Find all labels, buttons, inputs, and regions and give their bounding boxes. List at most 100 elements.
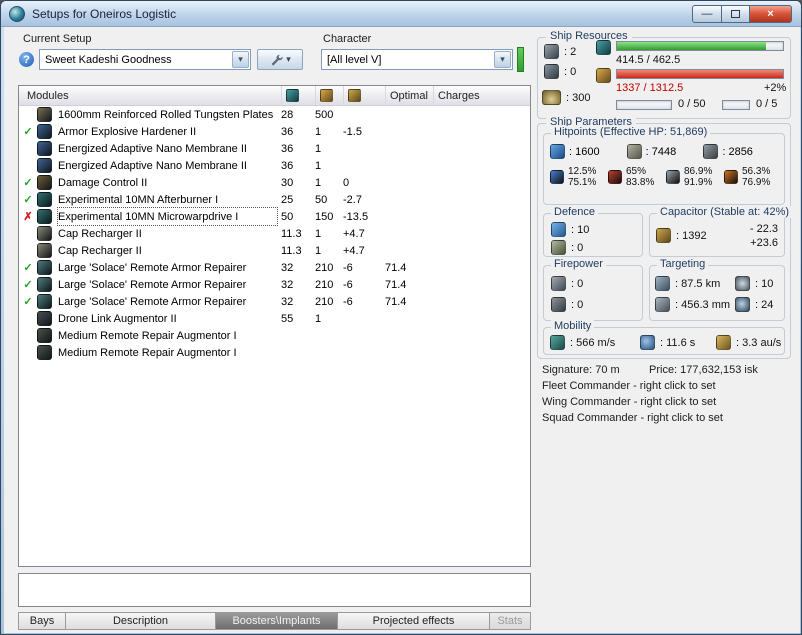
module-powergrid: 1 xyxy=(315,244,322,257)
module-row[interactable]: Medium Remote Repair Augmentor I xyxy=(19,344,530,361)
module-optimal: 71.4 xyxy=(385,261,407,274)
help-icon[interactable]: ? xyxy=(19,52,34,67)
tab-projected-effects[interactable]: Projected effects xyxy=(338,612,490,630)
module-icon xyxy=(37,175,52,190)
module-name: Medium Remote Repair Augmentor I xyxy=(58,346,237,359)
pg-bar-fill xyxy=(617,70,783,78)
module-row[interactable]: ✓ Armor Explosive Hardener II 36 1 -1.5 xyxy=(19,123,530,140)
charges-column-header[interactable]: Charges xyxy=(434,86,530,105)
minimize-button[interactable]: — xyxy=(692,5,722,23)
close-button[interactable]: × xyxy=(750,5,792,23)
wing-commander-text[interactable]: Wing Commander - right click to set xyxy=(542,396,716,408)
module-row[interactable]: ✗ Experimental 10MN Microwarpdrive I 50 150… xyxy=(19,207,530,226)
shield-defence-icon xyxy=(551,222,566,237)
character-label: Character xyxy=(323,33,372,45)
module-name: Armor Explosive Hardener II xyxy=(58,125,197,138)
modules-column-header[interactable]: Modules xyxy=(19,86,282,105)
maximize-button[interactable] xyxy=(722,5,750,23)
hull-hp: : 2856 xyxy=(703,144,780,159)
module-icon xyxy=(37,243,52,258)
chevron-down-icon: ▾ xyxy=(286,54,291,64)
module-status-blank xyxy=(19,242,37,259)
module-check-icon: ✓ xyxy=(23,194,33,206)
module-capacitor: 0 xyxy=(343,176,350,189)
module-row[interactable]: Medium Remote Repair Augmentor I xyxy=(19,327,530,344)
module-icon xyxy=(37,345,52,360)
armor-hp: : 7448 xyxy=(626,144,704,159)
resist-em: 12.5% 75.1% xyxy=(550,166,608,188)
module-charges xyxy=(429,259,530,276)
module-icon xyxy=(37,124,52,139)
chevron-down-icon[interactable]: ▾ xyxy=(232,51,249,68)
tab-bays[interactable]: Bays xyxy=(18,612,66,630)
module-capacitor: -6 xyxy=(343,295,353,308)
character-combobox-value: [All level V] xyxy=(327,53,382,66)
module-name: Large 'Solace' Remote Armor Repairer xyxy=(58,295,247,308)
description-box[interactable] xyxy=(18,573,531,607)
module-row[interactable]: Drone Link Augmentor II 55 1 xyxy=(19,310,530,327)
module-cpu: 11.3 xyxy=(281,227,302,240)
repair-defence-icon xyxy=(551,240,566,255)
hull-icon xyxy=(703,144,719,159)
cpu-column-header[interactable] xyxy=(282,86,316,105)
titlebar[interactable]: Setups for Oneiros Logistic xyxy=(1,1,801,27)
dronebay-bar xyxy=(616,100,672,110)
module-powergrid: 210 xyxy=(315,261,334,274)
module-row[interactable]: Cap Recharger II 11.3 1 +4.7 xyxy=(19,225,530,242)
capacitor-column-header[interactable] xyxy=(344,86,386,105)
align-time-value: : 11.6 s xyxy=(660,336,696,349)
squad-commander-text[interactable]: Squad Commander - right click to set xyxy=(542,412,723,424)
setup-combobox[interactable]: Sweet Kadeshi Goodness ▾ xyxy=(39,49,251,70)
module-row[interactable]: ✓ Damage Control II 30 1 0 xyxy=(19,174,530,191)
module-optimal xyxy=(381,174,429,191)
module-charges xyxy=(429,242,530,259)
chevron-down-icon[interactable]: ▾ xyxy=(494,51,511,68)
optimal-column-header[interactable]: Optimal xyxy=(386,86,434,105)
character-combobox[interactable]: [All level V] ▾ xyxy=(321,49,513,70)
tab-boosters-implants[interactable]: Boosters\Implants xyxy=(216,612,338,630)
module-icon xyxy=(37,260,52,275)
module-row[interactable]: Energized Adaptive Nano Membrane II 36 1 xyxy=(19,140,530,157)
setup-tools-button[interactable]: ▾ xyxy=(257,49,303,70)
module-cpu: 32 xyxy=(281,295,294,308)
modules-header[interactable]: Modules Optimal Charges xyxy=(19,86,530,106)
calibration-icon xyxy=(542,90,561,105)
defence-value-1: : 10 xyxy=(571,223,590,236)
module-status-blank xyxy=(19,310,37,327)
module-cpu: 11.3 xyxy=(281,244,302,257)
module-optimal xyxy=(381,106,429,123)
module-check-icon: ✓ xyxy=(23,262,33,274)
module-row[interactable]: ✓ Large 'Solace' Remote Armor Repairer 32 2… xyxy=(19,259,530,276)
module-name: 1600mm Reinforced Rolled Tungsten Plates… xyxy=(58,108,277,121)
module-charges xyxy=(429,174,530,191)
resist-explosive: 56.3% 76.9% xyxy=(724,166,782,188)
cpu-usage-text: 414.5 / 462.5 xyxy=(616,54,681,66)
capacitor-recharge: +23.6 xyxy=(750,237,778,249)
powergrid-column-header[interactable] xyxy=(316,86,344,105)
module-name: Cap Recharger II xyxy=(58,227,142,240)
module-cpu: 55 xyxy=(281,312,294,325)
module-row[interactable]: Energized Adaptive Nano Membrane II 36 1 xyxy=(19,157,530,174)
maximize-icon xyxy=(731,10,740,18)
module-status-blank xyxy=(19,225,37,242)
calibration-value: : 300 xyxy=(566,91,591,104)
explosive-damage-icon xyxy=(724,170,738,184)
module-name: Large 'Solace' Remote Armor Repairer xyxy=(58,261,247,274)
module-row[interactable]: ✓ Large 'Solace' Remote Armor Repairer 32 2… xyxy=(19,276,530,293)
rig-slots-bar xyxy=(722,100,750,110)
cpu-icon xyxy=(286,89,299,102)
module-powergrid: 1 xyxy=(315,142,322,155)
module-icon xyxy=(37,328,52,343)
module-name: Cap Recharger II xyxy=(58,244,142,257)
module-charges xyxy=(429,191,530,208)
module-powergrid: 1 xyxy=(315,125,322,138)
module-powergrid xyxy=(311,344,339,361)
tab-description[interactable]: Description xyxy=(66,612,216,630)
module-row[interactable]: ✓ Experimental 10MN Afterburner I 25 50 -2.7 xyxy=(19,191,530,208)
module-row[interactable]: 1600mm Reinforced Rolled Tungsten Plates… xyxy=(19,106,530,123)
module-row[interactable]: ✓ Large 'Solace' Remote Armor Repairer 32 2… xyxy=(19,293,530,310)
powergrid-icon xyxy=(320,89,333,102)
fleet-commander-text[interactable]: Fleet Commander - right click to set xyxy=(542,380,716,392)
module-row[interactable]: Cap Recharger II 11.3 1 +4.7 xyxy=(19,242,530,259)
module-list: 1600mm Reinforced Rolled Tungsten Plates… xyxy=(19,106,530,361)
